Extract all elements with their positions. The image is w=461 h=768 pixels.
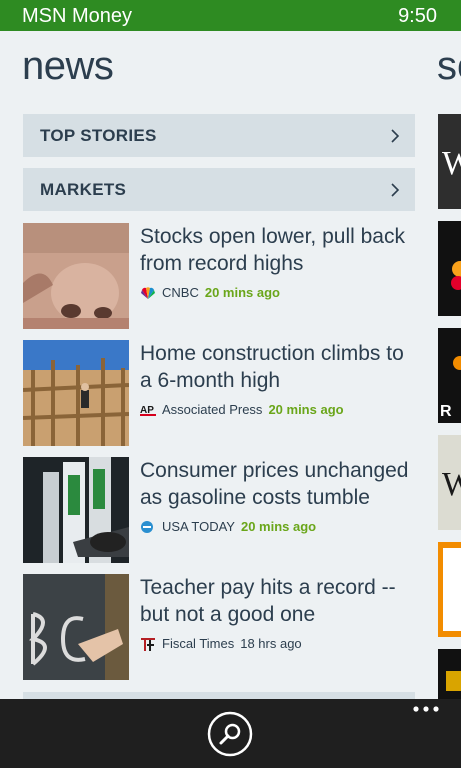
news-story-item[interactable]: Teacher pay hits a record -- but not a g… [23, 574, 415, 680]
fiscal-times-icon [141, 637, 155, 651]
story-source: USA TODAY [162, 519, 235, 534]
ap-logo-icon: AP [140, 405, 156, 416]
story-meta: Fiscal Times 18 hrs ago [140, 636, 302, 651]
usa-today-dot-icon [141, 520, 153, 533]
story-source: CNBC [162, 285, 199, 300]
clock-time: 9:50 [398, 5, 437, 27]
peek-tile[interactable] [438, 649, 461, 699]
chevron-right-icon [391, 183, 400, 197]
svg-text:W: W [442, 145, 461, 182]
page-title: news [22, 44, 114, 88]
peek-tile[interactable]: W [438, 114, 461, 209]
story-time: 20 mins ago [204, 285, 280, 300]
top-stories-button[interactable]: TOP STORIES [23, 114, 415, 157]
svg-text:R: R [440, 403, 452, 420]
svg-text:W: W [442, 466, 461, 503]
story-thumbnail [23, 457, 129, 563]
story-source: Associated Press [162, 402, 263, 417]
story-meta: CNBC 20 mins ago [140, 285, 280, 300]
story-headline: Teacher pay hits a record -- but not a g… [140, 576, 396, 626]
story-time: 18 hrs ago [240, 636, 302, 651]
status-bar: MSN Money 9:50 [0, 0, 461, 31]
news-story-item[interactable]: Consumer prices unchanged as gasoline co… [23, 457, 415, 563]
peek-tile[interactable]: W [438, 435, 461, 530]
app-name: MSN Money [22, 5, 133, 27]
chevron-right-icon [391, 129, 400, 143]
peek-tile[interactable]: R [438, 328, 461, 423]
top-stories-label: TOP STORIES [40, 126, 157, 145]
story-source: Fiscal Times [162, 636, 235, 651]
story-meta: USA TODAY 20 mins ago [140, 519, 316, 534]
story-meta: AP Associated Press 20 mins ago [140, 402, 344, 417]
story-headline: Consumer prices unchanged as gasoline co… [140, 459, 409, 509]
markets-button[interactable]: MARKETS [23, 168, 415, 211]
more-options-icon[interactable] [412, 704, 440, 714]
story-time: 20 mins ago [240, 519, 317, 534]
cnbc-peacock-icon [141, 286, 155, 299]
peek-tile[interactable] [438, 542, 461, 637]
story-thumbnail [23, 340, 129, 446]
story-headline: Home construction climbs to a 6-month hi… [140, 342, 404, 392]
peek-tile[interactable] [438, 221, 461, 316]
news-story-item[interactable]: Home construction climbs to a 6-month hi… [23, 340, 415, 446]
news-story-item[interactable]: Stocks open lower, pull back from record… [23, 223, 415, 329]
story-time: 20 mins ago [268, 402, 344, 417]
story-thumbnail [23, 223, 129, 329]
search-icon[interactable] [207, 711, 253, 757]
story-thumbnail [23, 574, 129, 680]
next-section-title-peek[interactable]: so [437, 44, 461, 89]
markets-label: MARKETS [40, 180, 127, 199]
story-headline: Stocks open lower, pull back from record… [140, 225, 405, 275]
app-bar [0, 699, 461, 768]
